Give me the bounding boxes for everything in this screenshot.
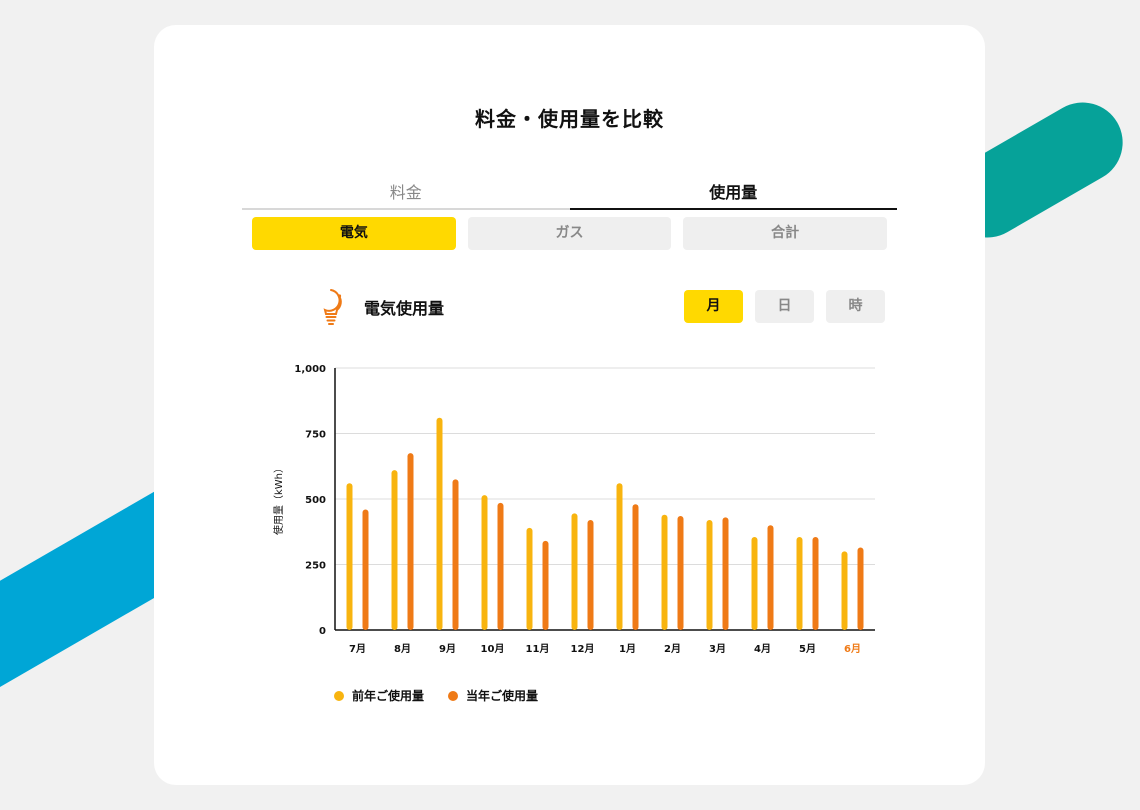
- y-tick-label: 750: [305, 430, 326, 441]
- bar-previous: [751, 536, 758, 630]
- page-title: 料金・使用量を比較: [475, 107, 664, 131]
- bar-current: [452, 479, 459, 630]
- legend-item-previous: 前年ご使用量: [334, 687, 424, 704]
- usage-bar-chart: 0 250 500 750 1,000 使用量（kWh） 7月 8月 9月 10月 11月 12月 1月…: [272, 364, 875, 655]
- bar-current: [542, 540, 549, 630]
- usage-title: 電気使用量: [364, 299, 445, 318]
- view-tabs: 料金 使用量: [242, 180, 897, 210]
- y-tick-label: 500: [305, 495, 326, 506]
- bar-previous: [796, 536, 803, 630]
- tab-usage[interactable]: 使用量: [569, 180, 897, 210]
- period-day-button[interactable]: 日: [755, 290, 814, 323]
- x-tick-label: 9月: [439, 643, 456, 655]
- comparison-card: 料金・使用量を比較 料金 使用量 電気 ガス 合計 電気使用量 月 日 時 02…: [154, 25, 985, 785]
- legend-dot-current: [448, 690, 459, 701]
- bar-current: [812, 536, 819, 630]
- x-tick-label: 8月: [394, 643, 411, 655]
- bar-current: [677, 516, 684, 630]
- period-month-button[interactable]: 月: [684, 290, 743, 323]
- bar-current: [407, 453, 414, 630]
- y-tick-label: 250: [305, 561, 326, 572]
- bar-previous: [616, 483, 623, 630]
- total-button[interactable]: 合計: [683, 217, 888, 250]
- x-tick-label: 7月: [349, 643, 366, 655]
- bar-current: [632, 504, 639, 630]
- x-tick-label: 1月: [619, 643, 636, 655]
- x-tick-label: 12月: [571, 643, 595, 655]
- x-tick-label: 11月: [526, 643, 550, 655]
- x-tick-label: 2月: [664, 643, 681, 655]
- tab-price[interactable]: 料金: [242, 180, 570, 210]
- usage-header: 電気使用量: [316, 287, 444, 327]
- x-tick-label: 6月: [844, 643, 861, 655]
- bar-current: [497, 502, 504, 630]
- gas-button[interactable]: ガス: [467, 217, 672, 250]
- period-hour-button[interactable]: 時: [826, 290, 885, 323]
- bar-previous: [526, 527, 533, 630]
- x-tick-label: 4月: [754, 643, 771, 655]
- bar-current: [857, 547, 864, 630]
- chart-legend: 前年ご使用量 当年ご使用量: [334, 687, 538, 704]
- bar-previous: [841, 551, 848, 630]
- legend-dot-previous: [334, 690, 344, 701]
- energy-type-selector: 電気 ガス 合計: [252, 217, 888, 250]
- lightbulb-icon: [323, 289, 342, 325]
- bar-previous: [436, 417, 443, 630]
- y-tick-label: 1,000: [294, 364, 326, 375]
- y-axis-title: 使用量（kWh）: [272, 463, 285, 535]
- bar-current: [362, 509, 369, 630]
- legend-item-current: 当年ご使用量: [448, 687, 538, 704]
- legend-label-previous: 前年ご使用量: [352, 689, 425, 703]
- period-selector: 月 日 時: [684, 290, 885, 323]
- bar-current: [722, 517, 729, 630]
- electricity-button[interactable]: 電気: [252, 217, 456, 250]
- x-tick-label: 3月: [709, 643, 726, 655]
- bar-previous: [481, 495, 488, 630]
- bar-previous: [391, 470, 398, 630]
- bar-current: [767, 525, 774, 630]
- bar-previous: [661, 514, 668, 630]
- bar-previous: [346, 483, 353, 630]
- bar-current: [587, 519, 594, 630]
- y-tick-label: 0: [319, 626, 326, 637]
- x-tick-label: 10月: [481, 643, 505, 655]
- bar-previous: [571, 513, 578, 630]
- legend-label-current: 当年ご使用量: [466, 689, 539, 703]
- bar-previous: [706, 519, 713, 630]
- x-tick-label: 5月: [799, 643, 816, 655]
